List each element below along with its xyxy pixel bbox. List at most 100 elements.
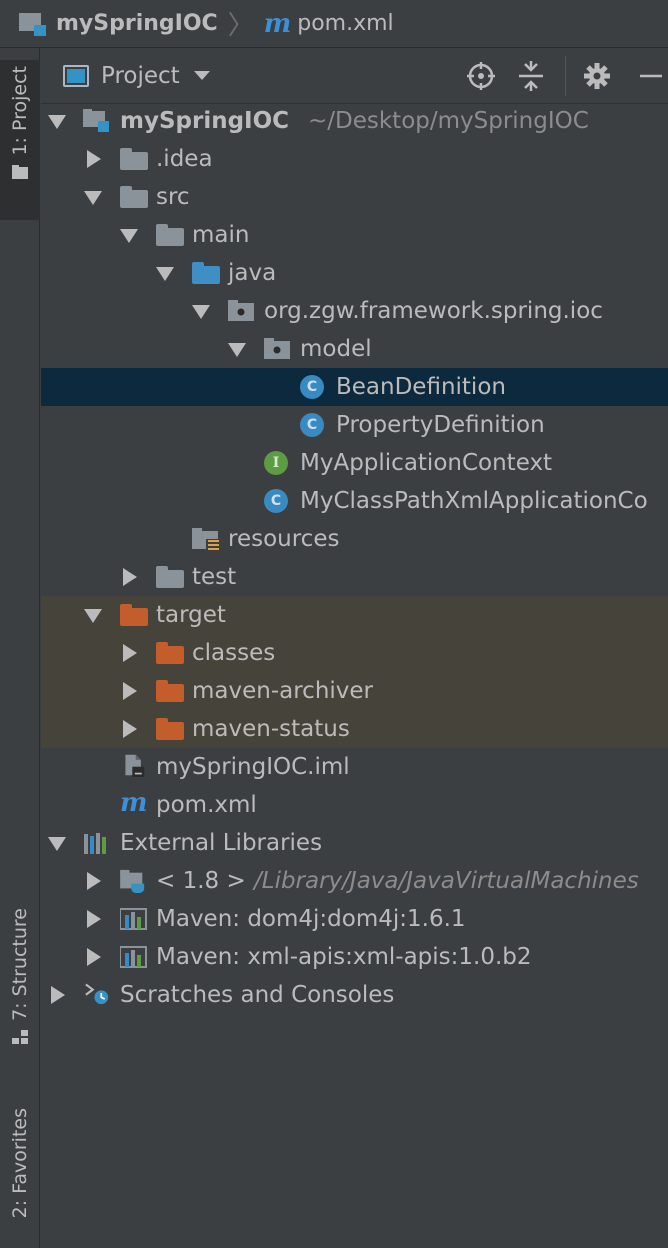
folder-icon (156, 224, 184, 246)
expand-arrow-icon[interactable] (51, 986, 65, 1004)
tree-node-label: Maven: xml-apis:xml-apis:1.0.b2 (156, 944, 532, 970)
tree-node-label: BeanDefinition (336, 374, 506, 400)
expand-arrow-icon[interactable] (192, 305, 210, 319)
folder-icon (12, 164, 28, 179)
tree-node-scratches[interactable]: Scratches and Consoles (41, 976, 668, 1014)
expand-arrow-icon[interactable] (48, 837, 66, 851)
collapse-all-icon (519, 61, 543, 91)
tree-node-maven-archiver[interactable]: maven-archiver (41, 672, 668, 710)
view-selector[interactable]: Project (101, 63, 180, 89)
expand-arrow-icon[interactable] (120, 229, 138, 243)
tree-node-label: maven-archiver (192, 678, 374, 704)
expand-arrow-icon[interactable] (87, 872, 101, 890)
class-icon: C (300, 375, 324, 399)
favorites-tool-tab[interactable]: 2: Favorites (0, 1108, 40, 1248)
structure-tool-tab[interactable]: 7: Structure (0, 908, 40, 1078)
project-view-icon (63, 64, 89, 87)
tree-node-iml[interactable]: mySpringIOC.iml (41, 748, 668, 786)
expand-arrow-icon[interactable] (228, 343, 246, 357)
expand-arrow-icon[interactable] (84, 609, 102, 623)
breadcrumb-project[interactable]: mySpringIOC (56, 11, 218, 36)
resources-folder-icon (192, 528, 220, 551)
expand-arrow-icon[interactable] (156, 267, 174, 281)
tree-node-main[interactable]: main (41, 216, 668, 254)
tree-node-xml-apis[interactable]: Maven: xml-apis:xml-apis:1.0.b2 (41, 938, 668, 976)
expand-arrow-icon[interactable] (87, 150, 101, 168)
expand-arrow-icon[interactable] (87, 910, 101, 928)
source-folder-icon (192, 262, 220, 284)
tree-node-classes[interactable]: classes (41, 634, 668, 672)
breadcrumb-file[interactable]: pom.xml (297, 11, 393, 36)
tree-node-classpath-context[interactable]: C MyClassPathXmlApplicationCo (41, 482, 668, 520)
jdk-icon (120, 869, 145, 893)
library-icon (120, 946, 147, 968)
hide-button[interactable] (635, 60, 667, 92)
tree-node-label: maven-status (192, 716, 350, 742)
tree-node-label: org.zgw.framework.spring.ioc (264, 298, 603, 324)
tree-node-dom4j[interactable]: Maven: dom4j:dom4j:1.6.1 (41, 900, 668, 938)
chevron-down-icon[interactable] (193, 71, 210, 80)
tree-node-label: < 1.8 > (156, 868, 246, 894)
tree-node-label: java (228, 260, 277, 286)
toolbar-divider (565, 56, 566, 96)
tree-node-label: test (192, 564, 237, 590)
tree-node-label: MyClassPathXmlApplicationCo (300, 488, 648, 514)
project-tool-tab[interactable]: 1: Project (0, 60, 40, 220)
tree-node-package[interactable]: org.zgw.framework.spring.ioc (41, 292, 668, 330)
folder-icon (156, 566, 184, 588)
tree-node-external-libraries[interactable]: External Libraries (41, 824, 668, 862)
tree-node-path: /Library/Java/JavaVirtualMachines (254, 868, 639, 894)
tree-node-label: model (300, 336, 372, 362)
project-tree: mySpringIOC ~/Desktop/mySpringIOC .idea … (41, 102, 668, 1014)
settings-button[interactable] (581, 60, 613, 92)
tree-node-java[interactable]: java (41, 254, 668, 292)
tree-node-jdk[interactable]: < 1.8 > /Library/Java/JavaVirtualMachine… (41, 862, 668, 900)
tree-node-test[interactable]: test (41, 558, 668, 596)
tree-node-maven-status[interactable]: maven-status (41, 710, 668, 748)
excluded-folder-icon (156, 680, 184, 702)
tree-node-target[interactable]: target (41, 596, 668, 634)
package-icon (228, 300, 254, 321)
tree-node-src[interactable]: src (41, 178, 668, 216)
favorites-tool-tab-label: 2: Favorites (9, 1108, 31, 1219)
expand-arrow-icon[interactable] (48, 115, 66, 129)
navigation-bar: mySpringIOC 〉 m pom.xml (0, 0, 668, 48)
expand-arrow-icon[interactable] (84, 191, 102, 205)
gear-icon (584, 63, 610, 89)
expand-arrow-icon[interactable] (123, 720, 137, 738)
tree-node-resources[interactable]: resources (41, 520, 668, 558)
crosshair-icon (467, 62, 495, 90)
module-icon (83, 109, 109, 132)
maven-icon: m (120, 788, 148, 818)
tree-node-app-context[interactable]: I MyApplicationContext (41, 444, 668, 482)
libraries-icon (84, 833, 106, 854)
project-tool-tab-label: 1: Project (9, 66, 31, 156)
scratches-icon (85, 983, 109, 1005)
collapse-all-button[interactable] (515, 60, 547, 92)
module-file-icon (125, 754, 145, 777)
library-icon (120, 908, 147, 930)
breadcrumb-separator: 〉 (227, 11, 254, 41)
tree-node-bean-definition[interactable]: C BeanDefinition (41, 368, 668, 406)
package-icon (264, 338, 290, 359)
tool-window-stripe: 1: Project 7: Structure 2: Favorites (0, 48, 40, 1248)
structure-tool-tab-label: 7: Structure (9, 908, 31, 1021)
folder-icon (120, 148, 148, 170)
tree-node-label: mySpringIOC.iml (156, 754, 350, 780)
tree-node-idea[interactable]: .idea (41, 140, 668, 178)
excluded-folder-icon (156, 642, 184, 664)
excluded-folder-icon (156, 718, 184, 740)
expand-arrow-icon[interactable] (123, 682, 137, 700)
tree-node-pom[interactable]: m pom.xml (41, 786, 668, 824)
expand-arrow-icon[interactable] (87, 948, 101, 966)
tree-node-property-definition[interactable]: C PropertyDefinition (41, 406, 668, 444)
project-module-icon (19, 12, 46, 36)
expand-arrow-icon[interactable] (123, 568, 137, 586)
tree-node-root[interactable]: mySpringIOC ~/Desktop/mySpringIOC (41, 102, 668, 140)
tree-node-label: main (192, 222, 250, 248)
tree-node-label: resources (228, 526, 340, 552)
expand-arrow-icon[interactable] (123, 644, 137, 662)
locate-button[interactable] (465, 60, 497, 92)
tree-node-label: External Libraries (120, 830, 323, 856)
tree-node-model[interactable]: model (41, 330, 668, 368)
